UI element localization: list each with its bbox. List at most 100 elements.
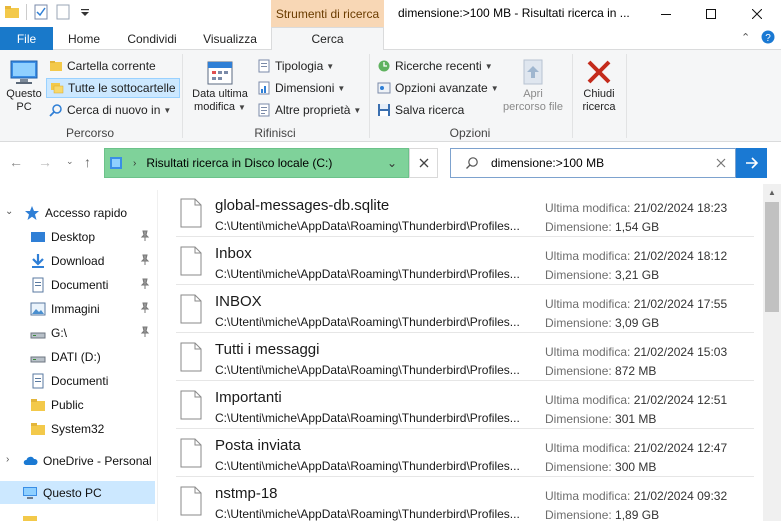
search-input[interactable]: dimensione:>100 MB (491, 156, 604, 170)
apri-label-2: percorso file (503, 101, 563, 113)
nav-item-documenti[interactable]: Documenti (0, 273, 155, 296)
opzioni-avanzate-button[interactable]: Opzioni avanzate ▼ (374, 78, 502, 98)
data-ultima-label-2: modifica (194, 101, 236, 113)
modified-value: 21/02/2024 12:51 (633, 393, 728, 407)
nav-item-dati-d[interactable]: DATI (D:) (0, 345, 155, 368)
scroll-up-icon[interactable]: ▲ (763, 184, 781, 201)
result-row[interactable]: Inbox C:\Utenti\miche\AppData\Roaming\Thu… (176, 238, 754, 285)
chiudi-ricerca-button[interactable]: Chiudi ricerca (576, 56, 622, 114)
modified-value: 21/02/2024 17:55 (633, 297, 728, 311)
result-name: global-messages-db.sqlite (215, 197, 390, 214)
tipologia-label: Tipologia (275, 59, 324, 73)
cloud-icon (23, 456, 38, 465)
collapse-ribbon-icon[interactable]: ⌃ (741, 31, 750, 44)
size-value: 300 MB (615, 460, 657, 474)
nav-item-download[interactable]: Download (0, 249, 155, 272)
save-icon (378, 104, 390, 116)
download-icon (32, 253, 44, 268)
result-size: Dimensione: 301 MB (545, 412, 656, 426)
folder-icon[interactable] (4, 4, 20, 20)
new-folder-icon[interactable] (55, 4, 71, 20)
vertical-scrollbar[interactable]: ▲ (763, 184, 781, 521)
result-row[interactable]: INBOX C:\Utenti\miche\AppData\Roaming\Thu… (176, 286, 754, 333)
group-label-opzioni: Opzioni (449, 126, 491, 140)
pane-divider[interactable] (157, 190, 158, 521)
nav-item-g-drive[interactable]: G:\ (0, 321, 155, 344)
modified-value: 21/02/2024 15:03 (633, 345, 728, 359)
tab-condividi[interactable]: Condividi (116, 27, 188, 50)
result-row[interactable]: global-messages-db.sqlite C:\Utenti\miche… (176, 190, 754, 237)
nav-item-onedrive[interactable]: OneDrive - Personal (0, 449, 155, 472)
result-row[interactable]: nstmp-18 C:\Utenti\miche\AppData\Roaming\… (176, 478, 754, 521)
nav-item-system32[interactable]: System32 (0, 417, 155, 440)
nav-item-label: Immagini (51, 301, 100, 316)
up-button[interactable]: ↑ (84, 154, 91, 170)
result-modified: Ultima modifica: 21/02/2024 12:51 (545, 393, 727, 407)
altre-proprieta-button[interactable]: Altre proprietà ▼ (254, 100, 364, 120)
result-row[interactable]: Importanti C:\Utenti\miche\AppData\Roamin… (176, 382, 754, 429)
result-modified: Ultima modifica: 21/02/2024 09:32 (545, 489, 727, 503)
data-ultima-modifica-button[interactable]: Data ultima modifica ▼ (188, 56, 252, 114)
forward-button[interactable]: → (38, 154, 52, 170)
minimize-button[interactable] (643, 0, 689, 27)
scroll-thumb[interactable] (765, 202, 779, 312)
documents-icon (32, 277, 44, 292)
questo-pc-button[interactable]: Questo PC (4, 56, 44, 114)
close-window-button[interactable] (734, 0, 780, 27)
ribbon-divider (626, 54, 627, 138)
breadcrumb-chevron-icon[interactable]: › (133, 158, 136, 169)
nav-item-label: G:\ (51, 325, 68, 340)
nav-item-label: Download (51, 253, 105, 268)
properties-icon[interactable] (33, 4, 49, 20)
title-bar: Strumenti di ricerca dimensione:>100 MB … (0, 0, 781, 27)
back-button[interactable]: ← (9, 154, 23, 170)
chevron-down-icon: ▼ (484, 61, 493, 71)
apri-percorso-file-button[interactable]: Apri percorso file (498, 56, 568, 114)
nav-item-public[interactable]: Public (0, 393, 155, 416)
salva-ricerca-button[interactable]: Salva ricerca (374, 100, 467, 120)
tab-cerca[interactable]: Cerca (271, 27, 384, 51)
nav-item-questo-pc[interactable]: Questo PC (0, 481, 155, 504)
cartella-corrente-button[interactable]: Cartella corrente (46, 56, 159, 76)
modified-label: Ultima modifica: (545, 393, 631, 407)
computer-icon (10, 60, 38, 84)
desktop-icon (31, 231, 45, 242)
dimensioni-button[interactable]: Dimensioni ▼ (254, 78, 348, 98)
customize-toolbar-icon[interactable] (77, 4, 93, 20)
search-box[interactable]: dimensione:>100 MB (450, 148, 736, 178)
nav-item-label: Questo PC (43, 485, 102, 500)
result-path: C:\Utenti\miche\AppData\Roaming\Thunderb… (215, 411, 520, 425)
result-row[interactable]: Tutti i messaggi C:\Utenti\miche\AppData\… (176, 334, 754, 381)
nav-item-desktop[interactable]: Desktop (0, 225, 155, 248)
tutte-sottocartelle-button[interactable]: Tutte le sottocartelle (46, 78, 180, 98)
group-label-percorso: Percorso (65, 126, 115, 140)
clear-search-icon[interactable] (716, 158, 726, 168)
drive-icon (30, 356, 46, 362)
tab-home[interactable]: Home (56, 27, 112, 50)
tab-file[interactable]: File (0, 27, 53, 50)
result-path: C:\Utenti\miche\AppData\Roaming\Thunderb… (215, 507, 520, 521)
recent-locations-chevron-icon[interactable]: ⌄ (66, 156, 74, 167)
document-icon (180, 246, 202, 276)
cerca-di-nuovo-button[interactable]: Cerca di nuovo in ▼ (46, 100, 174, 120)
address-bar[interactable]: › Risultati ricerca in Disco locale (C:)… (104, 148, 409, 178)
modified-label: Ultima modifica: (545, 249, 631, 263)
size-value: 1,54 GB (615, 220, 660, 234)
size-value: 3,21 GB (615, 268, 660, 282)
address-dropdown-icon[interactable]: ⌄ (387, 156, 397, 170)
nav-item-immagini[interactable]: Immagini (0, 297, 155, 320)
modified-label: Ultima modifica: (545, 489, 631, 503)
clear-address-button[interactable] (409, 148, 438, 178)
search-go-button[interactable] (736, 148, 767, 178)
result-row[interactable]: Posta inviata C:\Utenti\miche\AppData\Roa… (176, 430, 754, 477)
size-value: 872 MB (615, 364, 657, 378)
tab-visualizza[interactable]: Visualizza (194, 27, 266, 50)
result-size: Dimensione: 1,54 GB (545, 220, 659, 234)
nav-item-accesso-rapido[interactable]: Accesso rapido (0, 201, 155, 224)
help-icon[interactable]: ? (761, 30, 775, 47)
maximize-button[interactable] (688, 0, 734, 27)
dimensioni-label: Dimensioni (275, 81, 335, 95)
ricerche-recenti-button[interactable]: Ricerche recenti ▼ (374, 56, 496, 76)
nav-item-documenti-2[interactable]: Documenti (0, 369, 155, 392)
tipologia-button[interactable]: Tipologia ▼ (254, 56, 337, 76)
